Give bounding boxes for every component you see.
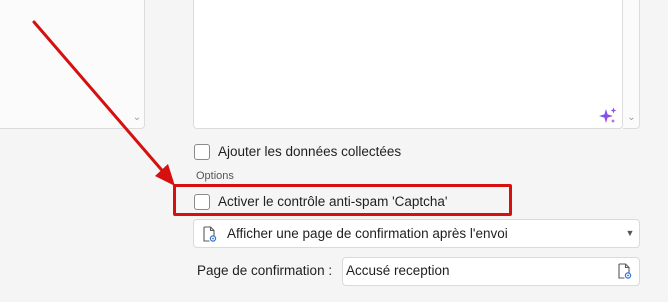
page-settings-icon[interactable] <box>617 263 632 279</box>
confirmation-page-value: Accusé reception <box>346 263 450 278</box>
options-section-label: Options <box>196 170 234 182</box>
scrollbar[interactable] <box>623 0 640 129</box>
add-collected-data-checkbox[interactable] <box>194 144 210 160</box>
scroll-down-icon[interactable]: ⌄ <box>130 112 144 124</box>
add-collected-data-label[interactable]: Ajouter les données collectées <box>218 144 401 160</box>
confirmation-mode-value: Afficher une page de confirmation après … <box>227 226 508 241</box>
page-settings-icon <box>203 226 217 242</box>
message-text-area[interactable] <box>193 0 623 129</box>
left-text-area[interactable] <box>0 0 145 129</box>
ai-sparkle-icon[interactable] <box>598 106 618 126</box>
annotation-highlight-box <box>173 184 512 216</box>
confirmation-page-label: Page de confirmation : <box>197 263 333 278</box>
scroll-down-icon[interactable]: ⌄ <box>625 112 638 124</box>
chevron-down-icon[interactable]: ▼ <box>624 224 636 242</box>
